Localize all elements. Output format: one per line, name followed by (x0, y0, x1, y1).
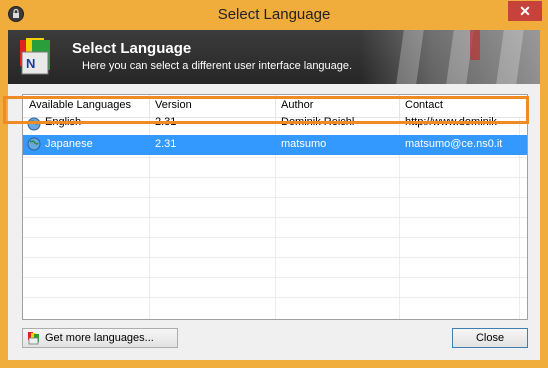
list-row-english[interactable]: English 2.31 Dominik Reichl http://www.d… (23, 117, 527, 131)
get-more-languages-button[interactable]: Get more languages... (22, 328, 178, 348)
close-button[interactable]: Close (452, 328, 528, 348)
banner-subtitle: Here you can select a different user int… (82, 60, 353, 72)
svg-text:N: N (26, 56, 35, 71)
column-header-contact[interactable]: Contact (405, 99, 443, 111)
contact-cell: matsumo@ce.ns0.it (405, 138, 503, 150)
column-header-language[interactable]: Available Languages (29, 99, 131, 111)
get-more-languages-label: Get more languages... (45, 332, 154, 344)
languages-icon (28, 332, 39, 345)
language-list[interactable]: Available Languages Version Author Conta… (22, 94, 528, 320)
author-cell: matsumo (281, 138, 327, 150)
window-close-button[interactable]: ✕ (508, 1, 542, 21)
globe-icon (27, 117, 41, 131)
banner: N Select Language Here you can select a … (8, 30, 540, 84)
globe-icon (27, 137, 41, 151)
version-cell: 2.31 (155, 138, 177, 150)
column-header-version[interactable]: Version (155, 99, 192, 111)
language-cell: English (45, 117, 82, 128)
dialog-window: Select Language ✕ N Select Language Here… (0, 0, 548, 368)
list-header: Available Languages Version Author Conta… (23, 95, 527, 118)
banner-title: Select Language (72, 40, 192, 57)
banner-decoration (360, 30, 540, 84)
dialog-client: N Select Language Here you can select a … (8, 30, 540, 360)
language-cell: Japanese (45, 138, 93, 150)
author-cell: Dominik Reichl (281, 117, 355, 128)
language-icon: N (20, 38, 50, 75)
contact-cell: http://www.dominik- (405, 117, 501, 128)
column-header-author[interactable]: Author (281, 99, 313, 111)
window-title: Select Language (217, 6, 331, 23)
title-bar[interactable]: Select Language ✕ (0, 0, 548, 30)
list-row-japanese[interactable]: Japanese 2.31 matsumo matsumo@ce.ns0.it (23, 135, 527, 155)
version-cell: 2.31 (155, 117, 177, 128)
